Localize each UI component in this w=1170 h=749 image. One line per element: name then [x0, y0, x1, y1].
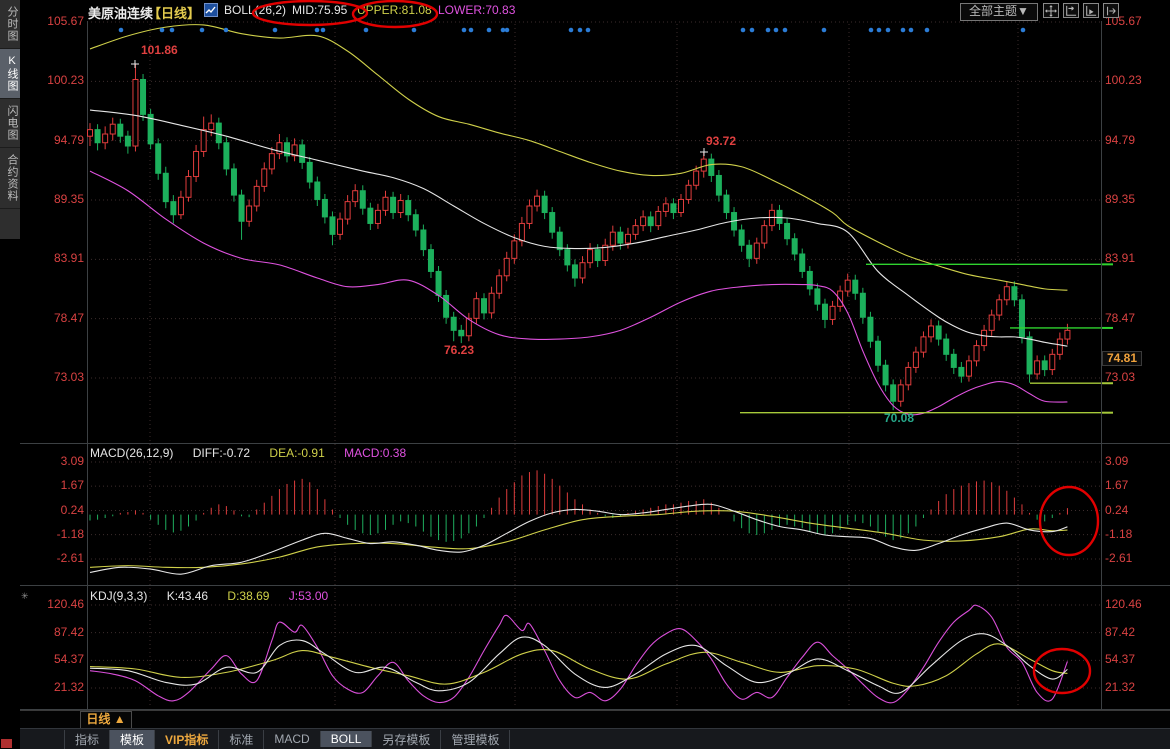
tab-save-template[interactable]: 另存模板 — [372, 730, 441, 749]
kdj-tools-icon[interactable]: ✳ — [21, 591, 29, 602]
kdj-j-value: J:53.00 — [289, 589, 328, 603]
zoom-x-axis-icon[interactable] — [1063, 3, 1079, 18]
symbol-title: 美原油连续 — [88, 3, 153, 22]
kdj-d-line — [90, 644, 1067, 686]
price-annotation: 70.08 — [884, 412, 914, 425]
macd-axis-tick-right: -1.18 — [1105, 528, 1132, 541]
boll-lower-value: LOWER:70.83 — [438, 3, 515, 17]
macd-axis-tick-right: 0.24 — [1105, 504, 1128, 517]
kdj-k-value: K:43.46 — [167, 589, 208, 603]
sidebar-tab-lightning-chart[interactable]: 闪电图 — [0, 99, 20, 148]
macd-axis-tick-right: 1.67 — [1105, 479, 1128, 492]
shift-chart-right-icon[interactable] — [1103, 3, 1119, 18]
kdj-j-line — [90, 605, 1067, 703]
boll-mid-line — [90, 110, 1067, 346]
main-axis-tick-right: 94.79 — [1105, 134, 1135, 147]
cross-marker — [131, 60, 139, 68]
sidebar-tab-kline-chart[interactable]: K线图 — [0, 49, 20, 99]
main-axis-tick-right: 73.03 — [1105, 371, 1135, 384]
macd-axis-tick-right: -2.61 — [1105, 552, 1132, 565]
date-axis-row — [20, 710, 1170, 728]
macd-macd-value: MACD:0.38 — [344, 446, 406, 460]
candlestick-series — [88, 64, 1070, 411]
macd-dea-line — [90, 511, 1067, 568]
theme-dropdown[interactable]: 全部主题▼ — [960, 3, 1038, 21]
left-sidebar: 分时图 K线图 闪电图 合约资料 — [0, 0, 20, 749]
macd-diff-value: DIFF:-0.72 — [193, 446, 250, 460]
period-title: 【日线】 — [148, 3, 200, 22]
price-annotation: 101.86 — [141, 44, 178, 57]
kdj-d-value: D:38.69 — [227, 589, 269, 603]
macd-name: MACD(26,12,9) — [90, 446, 173, 460]
sidebar-tab-time-chart[interactable]: 分时图 — [0, 0, 20, 49]
tab-template[interactable]: 模板 — [110, 730, 155, 749]
chart-header: 美原油连续 【日线】 BOLL(26,2) MID:75.95 UPPER:81… — [0, 0, 1170, 21]
tab-macd[interactable]: MACD — [264, 731, 320, 747]
pan-icon[interactable] — [1043, 3, 1059, 18]
kdj-axis-tick-right: 120.46 — [1105, 598, 1142, 611]
boll-upper-line — [90, 25, 1067, 291]
bottom-toolbar: 指标 模板 VIP指标 标准 MACD BOLL 另存模板 管理模板 — [20, 728, 1170, 749]
gridlines — [87, 22, 1101, 708]
event-dots[interactable] — [119, 28, 1026, 33]
macd-diff-line — [90, 504, 1067, 574]
main-axis-tick-right: 78.47 — [1105, 312, 1135, 325]
cross-marker — [700, 148, 708, 156]
tab-standard[interactable]: 标准 — [219, 730, 264, 749]
price-annotation: 76.23 — [444, 344, 474, 357]
kdj-axis-tick-right: 87.42 — [1105, 626, 1135, 639]
tab-vip-indicator[interactable]: VIP指标 — [155, 730, 219, 749]
kdj-name: KDJ(9,3,3) — [90, 589, 147, 603]
pane-borders — [20, 21, 1170, 710]
main-axis-tick-right: 100.23 — [1105, 74, 1142, 87]
red-annotation-ellipses — [253, 1, 1098, 693]
kdj-axis-tick-right: 21.32 — [1105, 681, 1135, 694]
macd-label-row: MACD(26,12,9) DIFF:-0.72 DEA:-0.91 MACD:… — [90, 446, 422, 460]
boll-mid-value: MID:75.95 — [292, 3, 347, 17]
chart-canvas[interactable] — [0, 0, 1170, 749]
annotation-layer — [0, 0, 1170, 749]
tab-manage-template[interactable]: 管理模板 — [441, 730, 510, 749]
price-annotation: 93.72 — [706, 135, 736, 148]
zoom-y-axis-icon[interactable] — [1083, 3, 1099, 18]
boll-lower-line — [90, 171, 1067, 415]
kdj-k-line — [90, 634, 1067, 694]
trading-app-window: 105.67105.67100.23100.2394.7994.7989.358… — [0, 0, 1170, 749]
macd-axis-tick-right: 3.09 — [1105, 455, 1128, 468]
chart-type-icon[interactable] — [204, 3, 218, 17]
tab-boll[interactable]: BOLL — [321, 731, 373, 747]
corner-indicator — [1, 739, 12, 748]
macd-dea-value: DEA:-0.91 — [269, 446, 324, 460]
kdj-axis-tick-right: 54.37 — [1105, 653, 1135, 666]
chart-text-layer: 105.67105.67100.23100.2394.7994.7989.358… — [0, 0, 1170, 749]
main-axis-tick-right: 89.35 — [1105, 193, 1135, 206]
kdj-label-row: KDJ(9,3,3) K:43.46 D:38.69 J:53.00 — [90, 589, 344, 603]
main-axis-tick-right: 83.91 — [1105, 252, 1135, 265]
period-selector[interactable]: 日线 ▲ — [80, 711, 132, 729]
tab-indicator[interactable]: 指标 — [64, 730, 110, 749]
trend-lines — [740, 264, 1113, 412]
sidebar-tab-contract-info[interactable]: 合约资料 — [0, 148, 20, 209]
current-price-badge: 74.81 — [1102, 351, 1142, 366]
boll-upper-value: UPPER:81.08 — [357, 3, 432, 17]
boll-indicator-label: BOLL(26,2) — [224, 3, 286, 17]
macd-histogram — [90, 470, 1067, 541]
